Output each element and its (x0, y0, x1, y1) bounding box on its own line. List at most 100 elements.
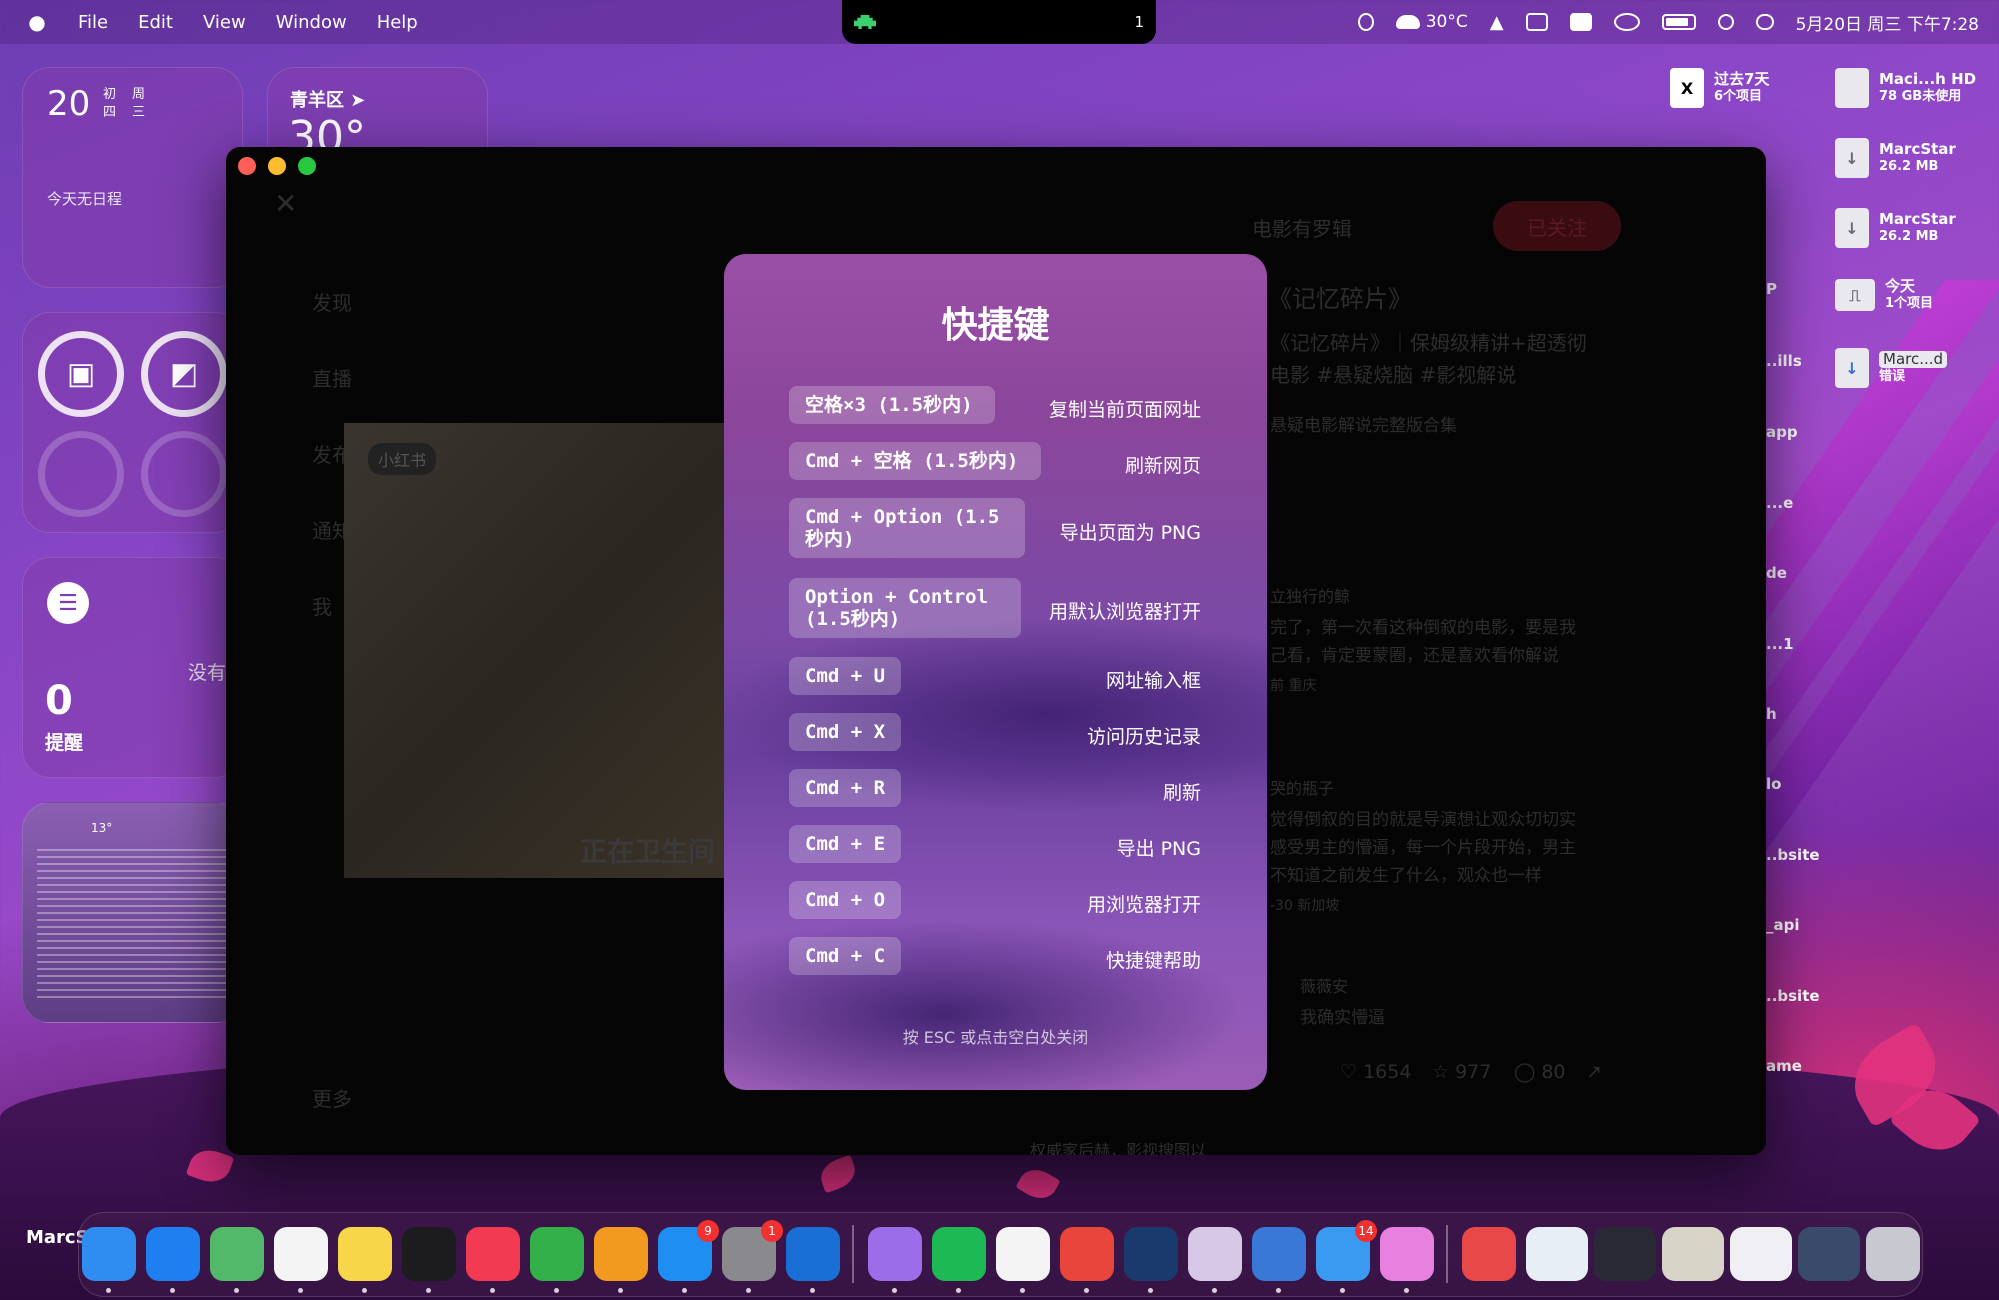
menu-view[interactable]: View (203, 12, 246, 33)
video-caption: 正在卫生间 (580, 837, 715, 868)
pages-app-icon[interactable] (594, 1227, 648, 1281)
shortcut-desc: 访问历史记录 (1086, 726, 1201, 748)
star-count[interactable]: ☆ 977 (1432, 1061, 1491, 1083)
flow-app-app-icon[interactable] (1380, 1227, 1434, 1281)
comment-text: 感受男主的懵逼，每一个片段开始，男主 (1270, 838, 1576, 858)
calendar-grid-app-icon[interactable] (996, 1227, 1050, 1281)
desktop-truncated-label[interactable]: _api (1766, 916, 1800, 934)
side-nav-more[interactable]: 更多 (312, 1083, 352, 1112)
notification-badge: 9 (697, 1220, 719, 1242)
comment-user[interactable]: 立独行的鲸 (1270, 583, 1350, 607)
desktop-item[interactable]: ↓ MarcStar 26.2 MB (1835, 138, 1956, 178)
desktop-item[interactable]: X 过去7天 6个项目 (1670, 68, 1769, 108)
desktop-truncated-label[interactable]: ..bsite (1766, 846, 1820, 864)
notes-app-icon[interactable] (338, 1227, 392, 1281)
reminders-widget[interactable]: ☰ 没有 0 提醒 (22, 557, 243, 778)
desktop-truncated-label[interactable]: P (1766, 280, 1777, 298)
lunar-bottom: 四 (103, 105, 117, 120)
maps-app-icon[interactable] (210, 1227, 264, 1281)
notch-island[interactable]: 1 (842, 0, 1156, 44)
desktop-truncated-label[interactable]: h (1766, 705, 1777, 723)
modal-title: 快捷键 (941, 305, 1050, 346)
window-preview-icon[interactable] (1662, 1227, 1724, 1281)
cloud-icon (1395, 15, 1420, 29)
desktop-truncated-label[interactable]: ...1 (1766, 635, 1794, 653)
tv-app-icon[interactable] (402, 1227, 456, 1281)
input-method-icon[interactable] (1569, 13, 1592, 31)
cat-app-app-icon[interactable] (868, 1227, 922, 1281)
system-settings-app-icon[interactable]: 1 (722, 1220, 783, 1281)
zoom-window-button[interactable] (298, 157, 316, 175)
chrome-app-icon[interactable] (1060, 1227, 1114, 1281)
keyboard-status-icon[interactable] (1525, 13, 1548, 31)
menu-app-name[interactable]: MarcStar (26, 1227, 118, 1281)
comment-user[interactable]: 薇薇安 (1300, 973, 1348, 997)
window-preview-icon[interactable] (1594, 1227, 1656, 1281)
desktop-truncated-label[interactable]: ..ills (1766, 352, 1802, 370)
weather-status[interactable]: 30°C (1395, 12, 1468, 32)
desktop-truncated-label[interactable]: ame (1766, 1057, 1802, 1075)
comment-text: 己看，肯定要蒙圈，还是喜欢看你解说 (1270, 646, 1559, 666)
calendar-widget[interactable]: 20 初四 周三 今天无日程 (22, 67, 243, 288)
battery-icon[interactable] (1661, 14, 1696, 30)
menu-window[interactable]: Window (276, 12, 347, 33)
terminal-app-app-icon[interactable] (1188, 1227, 1242, 1281)
menu-edit[interactable]: Edit (138, 12, 173, 33)
desktop-truncated-label[interactable]: ..bsite (1766, 987, 1820, 1005)
xcode-app-icon[interactable] (786, 1227, 840, 1281)
menu-help[interactable]: Help (377, 12, 418, 33)
app-store-app-icon[interactable]: 9 (658, 1220, 719, 1281)
desktop-truncated-label[interactable]: lo (1766, 775, 1781, 793)
related-search[interactable]: 悬疑电影解说完整版合集 (1270, 411, 1457, 436)
window-preview-icon[interactable] (1798, 1227, 1860, 1281)
share-icon[interactable]: ↗ (1586, 1061, 1602, 1083)
desktop-item[interactable]: ↓ MarcStar 26.2 MB (1835, 208, 1956, 248)
follow-button[interactable]: 已关注 (1493, 201, 1621, 251)
desktop-item[interactable]: Maci...h HD 78 GB未使用 (1835, 68, 1976, 108)
video-player[interactable]: 小红书 (344, 423, 734, 878)
desktop-item-selected[interactable]: ↓ Marc...d 错误 (1835, 348, 1948, 388)
numbers-app-icon[interactable] (530, 1227, 584, 1281)
side-nav-me[interactable]: 我 (312, 591, 332, 620)
minimize-window-button[interactable] (268, 157, 286, 175)
window-preview-icon[interactable] (1526, 1227, 1588, 1281)
desktop-truncated-label[interactable]: ...e (1766, 494, 1793, 512)
cat-status-icon[interactable]: ▲ (1490, 12, 1504, 33)
control-center-icon[interactable] (1755, 14, 1774, 30)
folder-stack-icon[interactable] (1462, 1227, 1516, 1281)
window-preview-icon[interactable] (1730, 1227, 1792, 1281)
reminders-app-icon[interactable] (274, 1227, 328, 1281)
laptop-icon: ▣ (66, 356, 96, 392)
link-status-icon[interactable] (1613, 13, 1640, 31)
desktop-truncated-label[interactable]: de (1766, 564, 1787, 582)
terminal-preview-widget[interactable]: 13° (22, 802, 243, 1023)
ai-app-app-icon[interactable] (1124, 1227, 1178, 1281)
side-nav-discover[interactable]: 发现 (312, 287, 352, 316)
apple-menu-icon[interactable]: ● (26, 10, 48, 34)
trash-icon[interactable] (1866, 1227, 1920, 1281)
mail-app-icon[interactable]: 14 (1316, 1220, 1377, 1281)
comment-count[interactable]: ◯ 80 (1514, 1061, 1566, 1083)
close-icon[interactable]: ✕ (274, 187, 297, 220)
spotify-app-icon[interactable] (932, 1227, 986, 1281)
music-app-icon[interactable] (466, 1227, 520, 1281)
shortcuts-modal[interactable]: 快捷键 空格×3 (1.5秒内) 复制当前页面网址 Cmd + 空格 (1.5秒… (724, 254, 1267, 1090)
desktop-truncated-label[interactable]: app (1766, 423, 1798, 441)
like-count[interactable]: ♡ 1654 (1340, 1061, 1411, 1083)
desktop-item-sub: 26.2 MB (1879, 229, 1939, 244)
running-indicator (1084, 1288, 1089, 1293)
safari-app-icon[interactable] (146, 1227, 200, 1281)
comment-user[interactable]: 哭的瓶子 (1270, 775, 1334, 799)
side-nav-live[interactable]: 直播 (312, 363, 352, 392)
battery-widget[interactable]: ▣ ◩ (22, 312, 243, 533)
search-icon[interactable] (1717, 14, 1734, 30)
disk-app-app-icon[interactable] (1252, 1227, 1306, 1281)
shield-status-icon[interactable] (1357, 13, 1374, 31)
author-name[interactable]: 电影有罗辑 (1252, 213, 1352, 242)
finder-app-icon[interactable] (82, 1227, 136, 1281)
close-window-button[interactable] (238, 157, 256, 175)
menu-datetime[interactable]: 5月20日 周三 下午7:28 (1796, 10, 1979, 35)
menu-file[interactable]: File (78, 12, 108, 33)
desktop-item[interactable]: ⎍ 今天 1个项目 (1835, 278, 1933, 312)
desktop-item-name: Maci...h HD (1879, 70, 1977, 88)
